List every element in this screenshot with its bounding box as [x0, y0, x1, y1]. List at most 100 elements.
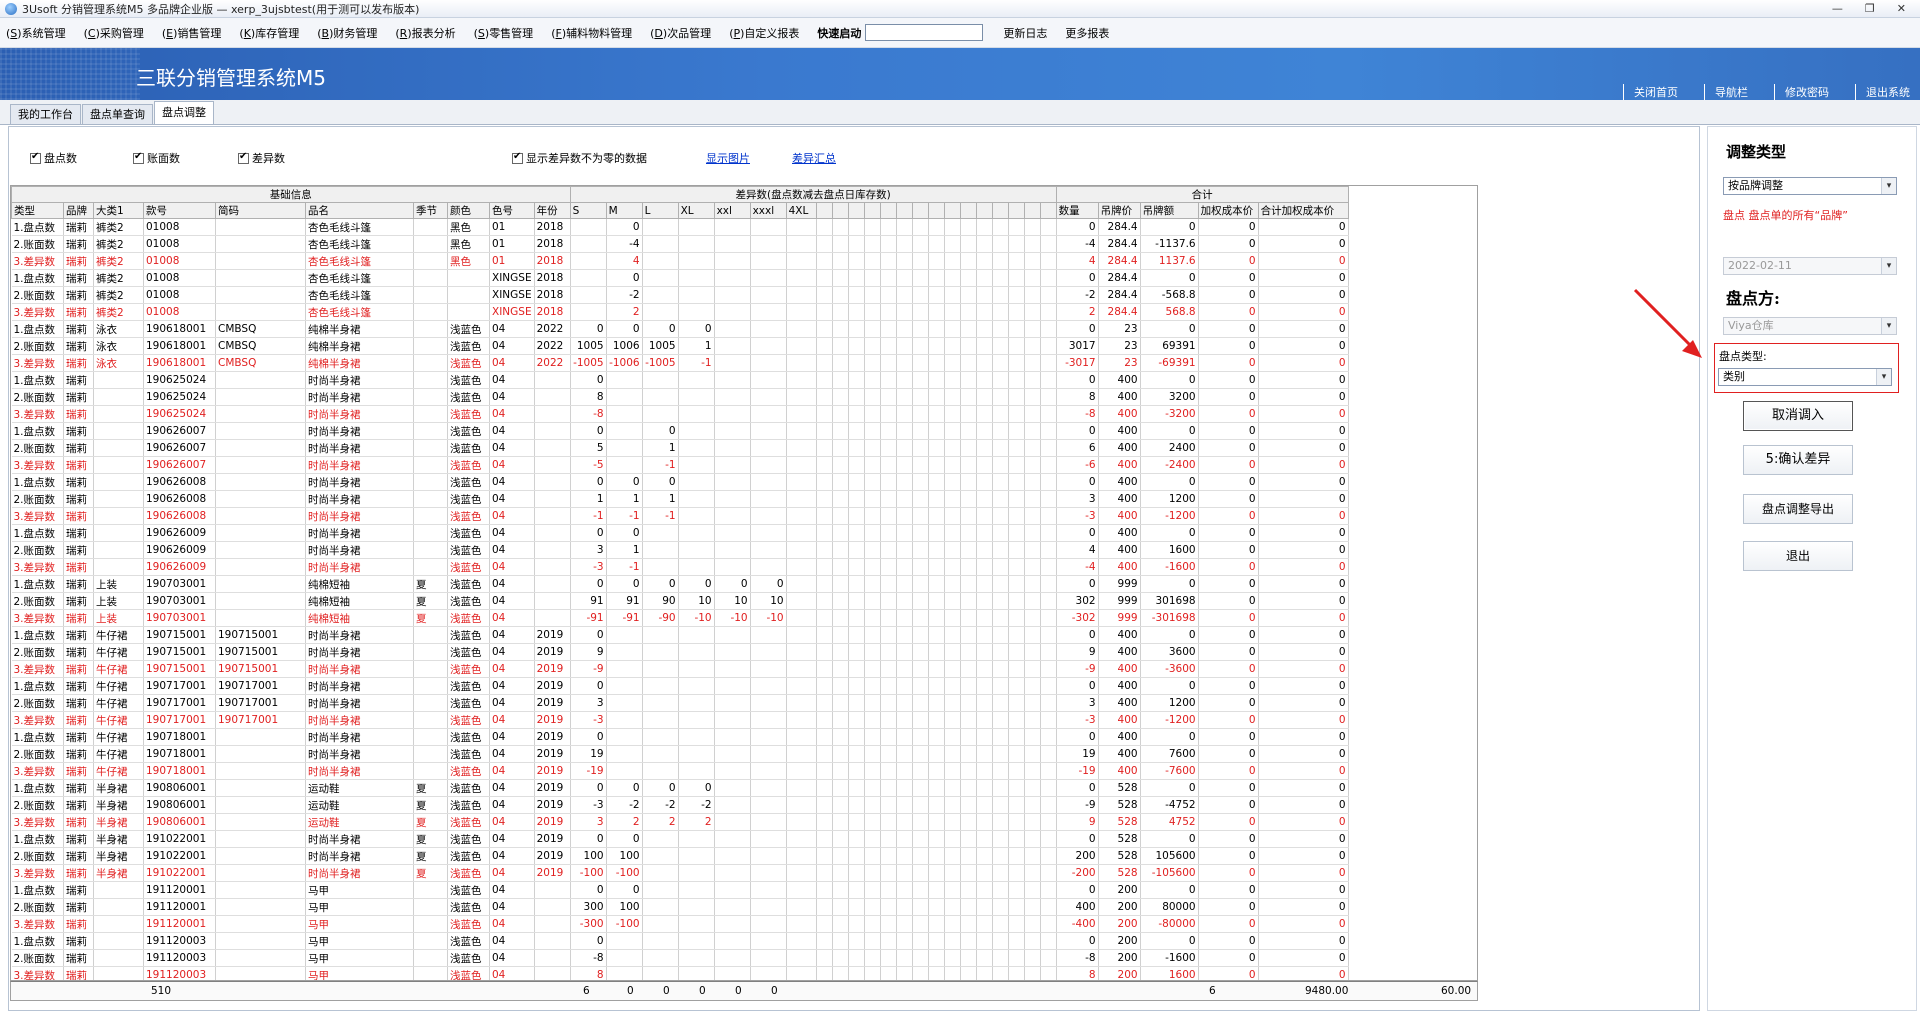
restore-icon[interactable]: ❐ — [1865, 2, 1875, 15]
table-row[interactable]: 3.差异数 瑞莉 191120003 马甲 浅蓝色 04 8 8 200 1600 0 0 — [11, 966, 1349, 980]
column-header[interactable]: 款号 — [143, 202, 216, 219]
table-row[interactable]: 1.盘点数 瑞莉 牛仔裙 190718001 时尚半身裙 浅蓝色 04 2019 0 0 400 0 0… — [11, 728, 1349, 746]
table-row[interactable]: 2.账面数 瑞莉 191120003 马甲 浅蓝色 04 -8 -8 200 -1600 0 0 — [11, 949, 1349, 967]
table-row[interactable]: 1.盘点数 瑞莉 190626009 时尚半身裙 浅蓝色 04 0 0 0 400 0 0 0 — [11, 524, 1349, 542]
table-row[interactable]: 3.差异数 瑞莉 191120001 马甲 浅蓝色 04 -300 -100 -400 200 -8… — [11, 915, 1349, 933]
menu-materials[interactable]: (F)辅料物料管理 — [551, 25, 632, 41]
column-header[interactable]: 加权成本价 — [1197, 202, 1259, 219]
table-row[interactable]: 2.账面数 瑞莉 191120001 马甲 浅蓝色 04 300 100 400 200 80000… — [11, 898, 1349, 916]
quickstart-input[interactable] — [865, 24, 984, 41]
confirm-diff-button[interactable]: 5:确认差异 — [1743, 445, 1853, 475]
column-header[interactable]: 品名 — [305, 202, 414, 219]
table-row[interactable]: 1.盘点数 瑞莉 牛仔裙 190715001 190715001 时尚半身裙 浅蓝色 04 20… — [11, 626, 1349, 644]
table-row[interactable]: 3.差异数 瑞莉 牛仔裙 190717001 190717001 时尚半身裙 浅蓝色 04 20… — [11, 711, 1349, 729]
menu-system[interactable]: (S)系统管理 — [6, 25, 66, 41]
change-password-link[interactable]: 修改密码 — [1774, 84, 1839, 100]
table-row[interactable]: 1.盘点数 瑞莉 191120003 马甲 浅蓝色 04 0 0 200 0 0 0 — [11, 932, 1349, 950]
table-row[interactable]: 2.账面数 瑞莉 190626008 时尚半身裙 浅蓝色 04 1 1 1 3 400 1200 0 0 — [11, 490, 1349, 508]
navigation-link[interactable]: 导航栏 — [1704, 84, 1758, 100]
menu-purchase[interactable]: (C)采购管理 — [84, 25, 144, 41]
table-row[interactable]: 1.盘点数 瑞莉 半身裙 190806001 运动鞋夏浅蓝色 04 2019 0 0 0 0 0 528… — [11, 779, 1349, 797]
menu-reports[interactable]: (R)报表分析 — [395, 25, 455, 41]
column-header[interactable]: XL — [677, 202, 715, 219]
column-header[interactable] — [927, 202, 945, 219]
data-grid[interactable]: 基础信息 差异数(盘点数减去盘点日库存数) 合计 类型 品牌 大类1 款号 简码 品名 季节… — [10, 185, 1478, 981]
column-header[interactable]: 品牌 — [63, 202, 94, 219]
nonzero-diff-checkbox[interactable]: 显示差异数不为零的数据 — [512, 150, 647, 166]
column-header[interactable]: L — [641, 202, 679, 219]
tab-workbench[interactable]: 我的工作台 — [10, 104, 81, 124]
column-header[interactable] — [815, 202, 833, 219]
close-home-link[interactable]: 关闭首页 — [1623, 84, 1688, 100]
show-count-checkbox[interactable]: 盘点数 — [30, 150, 77, 166]
column-header[interactable]: S — [569, 202, 607, 219]
show-book-checkbox[interactable]: 账面数 — [133, 150, 180, 166]
column-header[interactable]: 年份 — [533, 202, 571, 219]
table-row[interactable]: 3.差异数 瑞莉 190626009 时尚半身裙 浅蓝色 04 -3 -1 -4 400 -1600… — [11, 558, 1349, 576]
column-header[interactable] — [879, 202, 897, 219]
table-row[interactable]: 1.盘点数 瑞莉 牛仔裙 190717001 190717001 时尚半身裙 浅蓝色 04 20… — [11, 677, 1349, 695]
column-header[interactable] — [1023, 202, 1041, 219]
minimize-icon[interactable]: — — [1832, 2, 1843, 15]
column-header[interactable] — [911, 202, 929, 219]
column-header[interactable]: xxl — [713, 202, 751, 219]
menu-more-reports[interactable]: 更多报表 — [1065, 25, 1109, 41]
warehouse-select[interactable]: Viya仓库 — [1723, 317, 1897, 335]
column-header[interactable] — [991, 202, 1009, 219]
table-row[interactable]: 1.盘点数 瑞莉 裤类2 01008 杏色毛线斗篷 XINGSE 2018 0 0 284.4 0 0… — [11, 269, 1349, 287]
table-row[interactable]: 2.账面数 瑞莉 190626007 时尚半身裙 浅蓝色 04 5 1 6 400 2400 0 0 — [11, 439, 1349, 457]
column-header[interactable]: 色号 — [489, 202, 535, 219]
table-row[interactable]: 3.差异数 瑞莉 半身裙 191022001 时尚半身裙夏浅蓝色 04 2019 -100 -1… — [11, 864, 1349, 882]
table-row[interactable]: 1.盘点数 瑞莉 上装 190703001 纯棉短袖夏浅蓝色 04 0 0 0 0 0 0 0 999 0 0… — [11, 575, 1349, 593]
column-header[interactable]: 合计加权成本价 — [1257, 202, 1349, 219]
table-row[interactable]: 2.账面数 瑞莉 上装 190703001 纯棉短袖夏浅蓝色 04 91 91 90 10 10 10… — [11, 592, 1349, 610]
table-row[interactable]: 3.差异数 瑞莉 牛仔裙 190718001 时尚半身裙 浅蓝色 04 2019 -19 -19 4… — [11, 762, 1349, 780]
logout-link[interactable]: 退出系统 — [1855, 84, 1920, 100]
column-header[interactable] — [895, 202, 913, 219]
show-diff-checkbox[interactable]: 差异数 — [238, 150, 285, 166]
table-row[interactable]: 3.差异数 瑞莉 190625024 时尚半身裙 浅蓝色 04 -8 -8 400 -3200 0 0 — [11, 405, 1349, 423]
export-adjustment-button[interactable]: 盘点调整导出 — [1743, 494, 1853, 524]
table-row[interactable]: 2.账面数 瑞莉 牛仔裙 190717001 190717001 时尚半身裙 浅蓝色 04 20… — [11, 694, 1349, 712]
table-row[interactable]: 2.账面数 瑞莉 半身裙 191022001 时尚半身裙夏浅蓝色 04 2019 100 100… — [11, 847, 1349, 865]
column-header[interactable]: 类型 — [11, 202, 64, 219]
menu-inventory[interactable]: (K)库存管理 — [239, 25, 299, 41]
column-header[interactable]: 吊牌价 — [1097, 202, 1141, 219]
table-row[interactable]: 1.盘点数 瑞莉 190626008 时尚半身裙 浅蓝色 04 0 0 0 0 400 0 0 0 — [11, 473, 1349, 491]
column-header[interactable] — [975, 202, 993, 219]
table-row[interactable]: 3.差异数 瑞莉 裤类2 01008 杏色毛线斗篷 XINGSE 2018 2 2 284.4 56… — [11, 303, 1349, 321]
table-row[interactable]: 2.账面数 瑞莉 裤类2 01008 杏色毛线斗篷 XINGSE 2018 -2 -2 284.4… — [11, 286, 1349, 304]
table-row[interactable]: 1.盘点数 瑞莉 半身裙 191022001 时尚半身裙夏浅蓝色 04 2019 0 0 0 528… — [11, 830, 1349, 848]
menu-custom-reports[interactable]: (P)自定义报表 — [729, 25, 799, 41]
table-row[interactable]: 2.账面数 瑞莉 牛仔裙 190718001 时尚半身裙 浅蓝色 04 2019 19 19 400… — [11, 745, 1349, 763]
table-row[interactable]: 1.盘点数 瑞莉 190625024 时尚半身裙 浅蓝色 04 0 0 400 0 0 0 — [11, 371, 1349, 389]
column-header[interactable]: 吊牌额 — [1139, 202, 1199, 219]
menu-finance[interactable]: (B)财务管理 — [317, 25, 377, 41]
menu-sales[interactable]: (E)销售管理 — [162, 25, 222, 41]
table-row[interactable]: 3.差异数 瑞莉 半身裙 190806001 运动鞋夏浅蓝色 04 2019 3 2 2 2 9 528… — [11, 813, 1349, 831]
table-row[interactable]: 3.差异数 瑞莉 裤类2 01008 杏色毛线斗篷 黑色 01 2018 4 4 284.4 1137… — [11, 252, 1349, 270]
column-header[interactable]: 数量 — [1055, 202, 1099, 219]
tab-stocktake-adjust[interactable]: 盘点调整 — [154, 101, 214, 124]
column-header[interactable] — [959, 202, 977, 219]
table-row[interactable]: 2.账面数 瑞莉 牛仔裙 190715001 190715001 时尚半身裙 浅蓝色 04 20… — [11, 643, 1349, 661]
column-header[interactable]: 季节 — [413, 202, 448, 219]
table-row[interactable]: 2.账面数 瑞莉 190625024 时尚半身裙 浅蓝色 04 8 8 400 3200 0 0 — [11, 388, 1349, 406]
table-row[interactable]: 3.差异数 瑞莉 泳衣 190618001 CMBSQ 纯棉半身裙 浅蓝色 04 2022 -10… — [11, 354, 1349, 372]
exit-button[interactable]: 退出 — [1743, 541, 1853, 571]
column-header[interactable]: xxxl — [749, 202, 787, 219]
menu-defects[interactable]: (D)次品管理 — [650, 25, 711, 41]
adjust-type-select[interactable]: 按品牌调整 — [1723, 177, 1897, 195]
table-row[interactable]: 3.差异数 瑞莉 上装 190703001 纯棉短袖夏浅蓝色 04 -91 -91 -90 -10… — [11, 609, 1349, 627]
stocktake-type-select[interactable]: 类别 — [1718, 368, 1892, 386]
column-header[interactable] — [847, 202, 865, 219]
table-row[interactable]: 3.差异数 瑞莉 牛仔裙 190715001 190715001 时尚半身裙 浅蓝色 04 20… — [11, 660, 1349, 678]
column-header[interactable]: 颜色 — [447, 202, 490, 219]
column-header[interactable] — [863, 202, 881, 219]
menu-retail[interactable]: (S)零售管理 — [474, 25, 534, 41]
close-icon[interactable]: ✕ — [1897, 2, 1906, 15]
show-images-link[interactable]: 显示图片 — [706, 150, 750, 166]
table-row[interactable]: 2.账面数 瑞莉 半身裙 190806001 运动鞋夏浅蓝色 04 2019 -3 -2 -2 -2… — [11, 796, 1349, 814]
table-row[interactable]: 3.差异数 瑞莉 190626008 时尚半身裙 浅蓝色 04 -1 -1 -1 -3 400 -12… — [11, 507, 1349, 525]
table-row[interactable]: 1.盘点数 瑞莉 190626007 时尚半身裙 浅蓝色 04 0 0 0 400 0 0 0 — [11, 422, 1349, 440]
